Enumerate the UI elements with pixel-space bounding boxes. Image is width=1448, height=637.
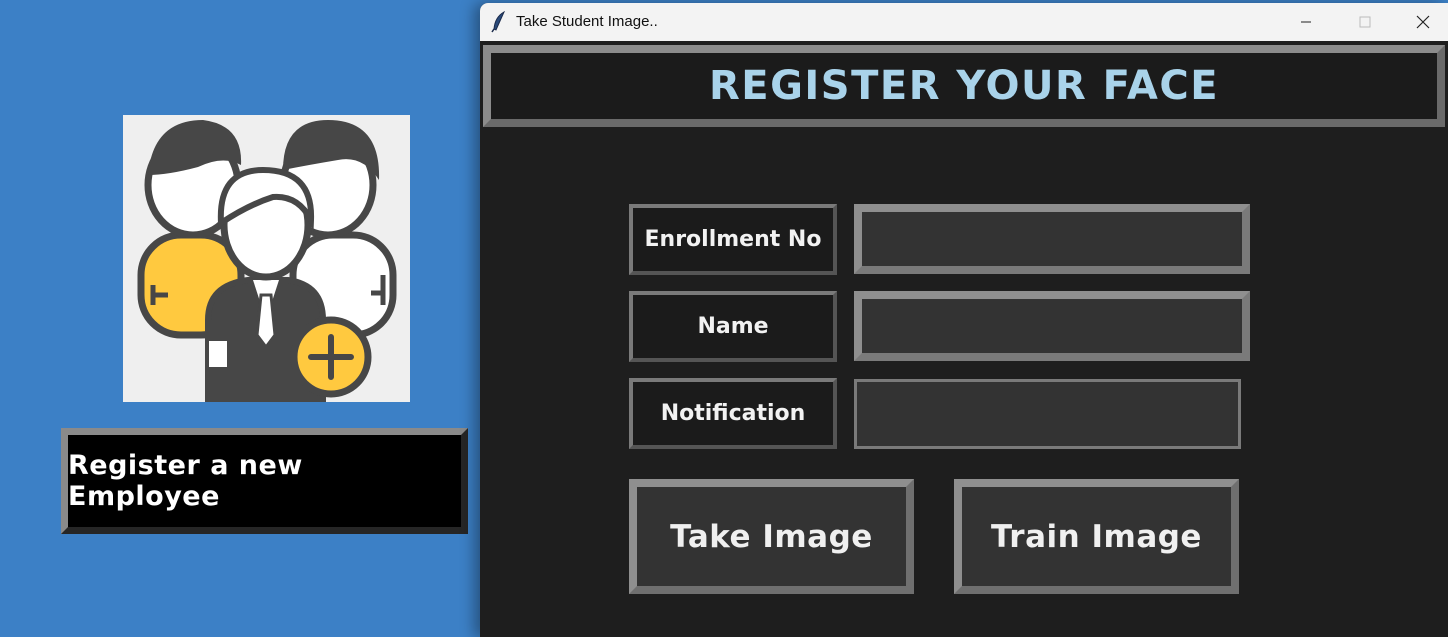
register-employee-label: Register a new Employee	[68, 450, 303, 512]
train-image-button[interactable]: Train Image	[954, 479, 1239, 594]
page-title: REGISTER YOUR FACE	[708, 63, 1220, 109]
header-banner: REGISTER YOUR FACE	[483, 45, 1445, 127]
notification-message	[854, 379, 1241, 449]
add-users-icon	[137, 120, 397, 402]
take-student-image-window: Take Student Image.. REGISTER YOUR FACE …	[480, 3, 1448, 637]
feather-icon	[491, 11, 505, 33]
minimize-button[interactable]	[1277, 3, 1335, 41]
name-label: Name	[629, 291, 837, 362]
register-employee-button[interactable]: Register a new Employee	[61, 428, 468, 534]
take-image-button[interactable]: Take Image	[629, 479, 914, 594]
name-input[interactable]	[854, 291, 1250, 361]
enrollment-label: Enrollment No	[629, 204, 837, 275]
name-label-text: Name	[697, 314, 769, 339]
close-button[interactable]	[1394, 3, 1448, 41]
enrollment-input[interactable]	[854, 204, 1250, 274]
notification-label-text: Notification	[660, 401, 806, 426]
train-image-label: Train Image	[991, 518, 1202, 555]
employee-avatar-image	[123, 115, 410, 402]
take-image-label: Take Image	[670, 518, 873, 555]
maximize-icon	[1359, 16, 1371, 28]
window-titlebar[interactable]: Take Student Image..	[480, 3, 1448, 41]
enrollment-label-text: Enrollment No	[644, 227, 822, 252]
notification-label: Notification	[629, 378, 837, 449]
window-title: Take Student Image..	[516, 13, 658, 30]
close-icon	[1416, 15, 1430, 29]
minimize-icon	[1301, 21, 1311, 23]
maximize-button[interactable]	[1336, 3, 1394, 41]
